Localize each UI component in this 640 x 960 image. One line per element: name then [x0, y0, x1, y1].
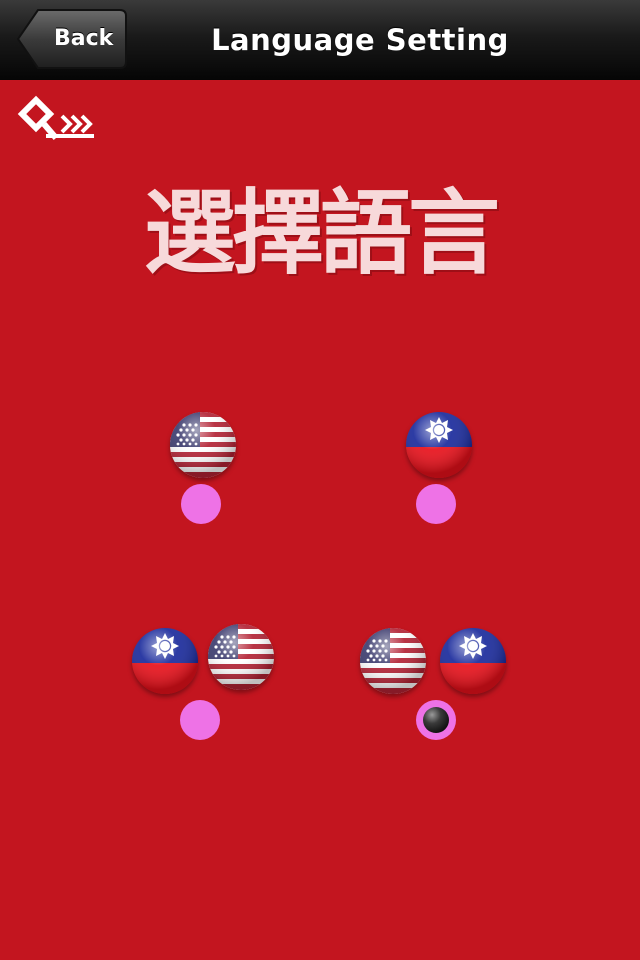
us-flag-icon [208, 624, 274, 690]
option-chinese[interactable] [396, 408, 486, 528]
qkk-logo-icon [16, 94, 98, 144]
option-english-chinese[interactable] [356, 622, 508, 744]
page-title: Language Setting [211, 23, 509, 57]
taiwan-flag-icon [132, 628, 198, 694]
selected-indicator [423, 707, 449, 733]
taiwan-flag-icon [440, 628, 506, 694]
radio-english-chinese[interactable] [416, 700, 456, 740]
navigation-bar: Back Language Setting [0, 0, 640, 80]
radio-chinese[interactable] [416, 484, 456, 524]
radio-chinese-english[interactable] [180, 700, 220, 740]
back-button[interactable]: Back [16, 8, 128, 70]
choose-language-heading: 選擇語言 [143, 179, 500, 287]
radio-english[interactable] [181, 484, 221, 524]
taiwan-flag-icon [406, 412, 472, 478]
back-button-label: Back [54, 26, 114, 51]
option-chinese-english[interactable] [128, 622, 278, 744]
us-flag-icon [170, 412, 236, 478]
us-flag-icon [360, 628, 426, 694]
option-english[interactable] [160, 408, 250, 528]
